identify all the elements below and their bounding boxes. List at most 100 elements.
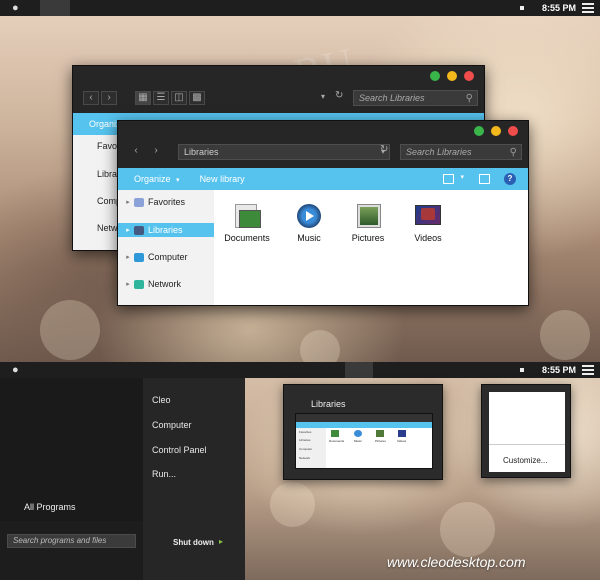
column-view-icon[interactable]: ◫ [171,91,187,105]
expand-arrow-icon[interactable]: ▸ [122,226,134,234]
back-button[interactable]: ‹ [128,145,144,159]
list-view-icon[interactable]: ☰ [153,91,169,105]
thumbnail-content: Documents Music Pictures Videos [326,428,432,468]
website-caption: www.cleodesktop.com [387,554,526,570]
sidebar-item-network[interactable]: ▸ Network [118,277,214,291]
taskbar-thumbnail-customize[interactable]: Customize... [481,384,571,478]
apple-icon[interactable]: ● [12,3,28,14]
library-item-videos[interactable]: Videos [403,202,453,243]
menubar-active-tab[interactable] [40,0,70,16]
all-programs-button[interactable]: All Programs [24,502,76,512]
list-icon[interactable] [582,365,594,375]
sidebar-item-favorites[interactable]: ▸ Favorites [118,195,214,209]
new-library-button[interactable]: New library [200,174,245,184]
expand-arrow-icon[interactable]: ▸ [122,280,134,288]
taskbar-thumbnail-libraries[interactable]: Libraries Favorites Libraries Computer N… [283,384,443,480]
dropdown-arrow-icon[interactable]: ▾ [321,92,325,101]
star-icon [134,197,144,207]
bokeh [300,330,340,362]
front-search-input[interactable]: Search Libraries ⚲ [400,144,522,160]
address-bar[interactable]: Libraries ▾ [178,144,390,160]
back-search-input[interactable]: Search Libraries ⚲ [353,90,478,106]
organize-label: Organize [134,174,171,184]
thumbnail-sidebar-item: Computer [299,447,313,451]
library-item-music[interactable]: Music [284,202,334,243]
start-link-control-panel[interactable]: Control Panel [152,445,207,455]
front-sidebar: ▸ Favorites ▸ Libraries ▸ Computer ▸ Net… [118,190,214,305]
preview-pane-icon[interactable] [479,174,490,184]
apple-icon[interactable]: ● [12,365,28,376]
start-menu-links: Cleo Computer Control Panel Run... [143,378,245,580]
expand-arrow-icon[interactable]: ▸ [122,198,134,206]
sidebar-item-label: Libraries [148,225,183,235]
menubar-clock[interactable]: 8:55 PM [542,365,576,375]
back-toolbar: ‹ › ▦ ☰ ◫ ▩ ▾ ↻ Search Libraries ⚲ [73,84,484,112]
address-text: Libraries [184,147,219,157]
start-search-input[interactable]: Search programs and files [7,534,136,548]
menubar-active-tab[interactable] [345,362,373,378]
front-cmdbar: Organize ▾ New library ▾ ? [118,168,528,190]
forward-button[interactable]: › [148,145,164,159]
back-button[interactable]: ‹ [83,91,99,105]
shutdown-options-arrow-icon[interactable]: ▸ [219,537,223,546]
start-link-run[interactable]: Run... [152,469,176,479]
start-link-computer[interactable]: Computer [152,420,192,430]
shutdown-button[interactable]: Shut down [173,538,214,547]
dropdown-arrow-icon[interactable]: ▾ [460,173,464,181]
refresh-icon[interactable]: ↻ [380,144,388,155]
sidebar-item-label: Network [148,279,182,289]
coverflow-view-icon[interactable]: ▩ [189,91,205,105]
thumbnail-item-label: Videos [397,439,407,443]
search-icon: ⚲ [509,147,517,158]
menubar-clock[interactable]: 8:55 PM [542,3,576,13]
expand-arrow-icon[interactable]: ▸ [122,253,134,261]
pictures-icon [352,202,384,230]
library-icon [134,225,144,235]
thumbnail-preview: Customize... [489,392,565,472]
thumbnail-preview: Favorites Libraries Computer Network Doc… [295,413,433,469]
documents-icon [331,430,339,437]
bokeh [270,482,315,527]
maximize-button[interactable] [474,126,484,136]
search-icon: ⚲ [465,93,473,104]
library-item-documents[interactable]: Documents [222,202,272,243]
pictures-icon [376,430,384,437]
help-icon[interactable]: ? [504,173,516,185]
start-link-cleo[interactable]: Cleo [152,395,171,405]
organize-button[interactable]: Organize ▾ [134,174,180,184]
sidebar-item-label: Favorites [148,197,186,207]
bokeh [440,502,495,557]
window-controls [474,126,518,136]
sidebar-item-libraries[interactable]: ▸ Libraries [118,223,214,237]
divider [489,444,565,445]
search-placeholder: Search Libraries [406,147,472,157]
documents-icon [231,202,263,230]
list-icon[interactable] [582,3,594,13]
status-square-icon [520,368,524,372]
view-options-icon[interactable] [443,174,454,184]
sidebar-item-computer[interactable]: ▸ Computer [118,250,214,264]
minimize-button[interactable] [447,71,457,81]
library-item-pictures[interactable]: Pictures [343,202,393,243]
music-icon [293,202,325,230]
icon-view-icon[interactable]: ▦ [135,91,151,105]
sidebar-item-label: Computer [148,252,188,262]
search-placeholder: Search Libraries [359,93,425,103]
customize-button[interactable]: Customize... [503,456,547,465]
front-explorer-window[interactable]: ‹ › Libraries ▾ ↻ Search Libraries ⚲ Org… [117,120,529,306]
start-menu-programs-area [0,378,143,521]
view-switcher: ▦ ☰ ◫ ▩ [135,91,205,105]
library-item-label: Documents [224,233,270,243]
thumbnail-sidebar-item: Favorites [299,430,312,434]
close-button[interactable] [464,71,474,81]
forward-button[interactable]: › [101,91,117,105]
thumbnail-sidebar: Favorites Libraries Computer Network [296,428,326,468]
minimize-button[interactable] [491,126,501,136]
close-button[interactable] [508,126,518,136]
refresh-icon[interactable]: ↻ [335,90,343,101]
bokeh [540,310,590,360]
menubar-2: ● 8:55 PM [0,362,600,378]
front-toolbar: ‹ › Libraries ▾ ↻ Search Libraries ⚲ [118,138,528,166]
maximize-button[interactable] [430,71,440,81]
thumbnail-item-label: Documents [329,439,345,443]
